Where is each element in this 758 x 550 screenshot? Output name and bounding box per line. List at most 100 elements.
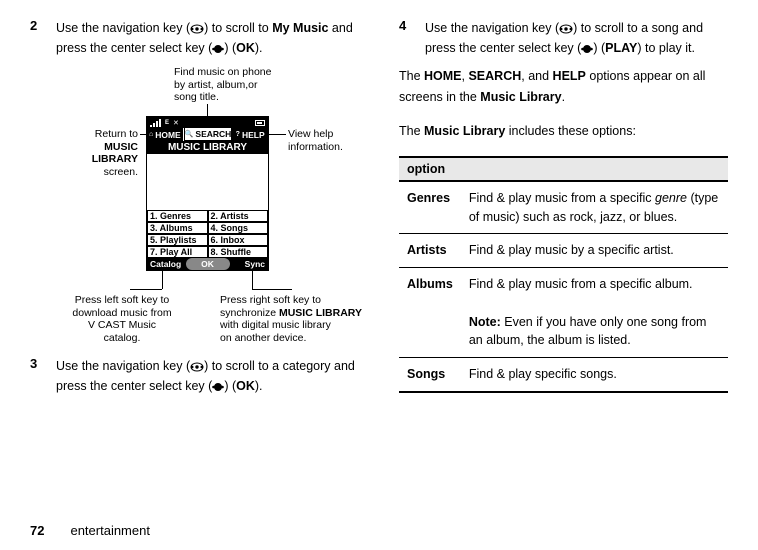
label: HELP <box>242 130 265 140</box>
menu-item[interactable]: 4. Songs <box>208 222 269 234</box>
step-number: 2 <box>30 18 56 58</box>
option-desc: Find & play specific songs. <box>461 358 728 392</box>
text: Music Library <box>424 124 505 138</box>
menu-item[interactable]: 6. Inbox <box>208 234 269 246</box>
action: OK <box>236 379 255 393</box>
option-name: Artists <box>399 234 461 268</box>
text: ) to play it. <box>637 41 695 55</box>
text: synchronize <box>220 307 279 319</box>
text: View help <box>288 128 333 140</box>
phone-diagram: Find music on phone by artist, album,or … <box>30 66 359 356</box>
text: by artist, album,or <box>174 79 257 91</box>
callout-right: View help information. <box>288 128 343 153</box>
callout-left: Return to MUSIC LIBRARY screen. <box>62 128 138 178</box>
text: Press right soft key to <box>220 294 321 306</box>
menu-item[interactable]: 2. Artists <box>208 210 269 222</box>
text: Use the navigation key ( <box>56 359 190 373</box>
note-label: Note: <box>469 315 501 329</box>
step-number: 4 <box>399 18 425 58</box>
text: ) ( <box>593 41 605 55</box>
title-bar: MUSIC LIBRARY <box>147 141 268 154</box>
page-footer: 72entertainment <box>30 523 150 538</box>
option-desc: Find & play music from a specific genre … <box>461 181 728 234</box>
nav-key-icon <box>190 359 204 373</box>
menu-item[interactable]: 3. Albums <box>147 222 208 234</box>
text: The <box>399 69 424 83</box>
callout-bottom-left: Press left soft key to download music fr… <box>62 294 182 344</box>
step-number: 3 <box>30 356 56 396</box>
text: Find music on phone <box>174 66 271 78</box>
option-desc: Find & play music by a specific artist. <box>461 234 728 268</box>
top-nav: ⌂HOME 🔍SEARCH ?HELP <box>147 128 268 141</box>
right-column: 4 Use the navigation key () to scroll to… <box>399 18 728 404</box>
text: catalog. <box>104 332 141 344</box>
menu-item[interactable]: 1. Genres <box>147 210 208 222</box>
text: includes these options: <box>505 124 636 138</box>
leader-line <box>130 289 162 290</box>
text: download music from <box>72 307 171 319</box>
table-row: Genres Find & play music from a specific… <box>399 181 728 234</box>
text: MUSIC LIBRARY <box>92 141 138 166</box>
text: Press left soft key to <box>75 294 170 306</box>
menu-grid: 1. Genres 2. Artists 3. Albums 4. Songs … <box>147 210 268 258</box>
softkey-bar: Catalog OK Sync <box>147 258 268 270</box>
text: Use the navigation key ( <box>56 21 190 35</box>
center-key-icon <box>212 379 224 393</box>
text: , and <box>521 69 552 83</box>
step-text: Use the navigation key () to scroll to a… <box>425 18 728 58</box>
help-icon: ? <box>236 131 240 138</box>
text: V CAST Music <box>88 319 156 331</box>
nav-help[interactable]: ?HELP <box>232 128 268 141</box>
text: song title. <box>174 91 219 103</box>
phone-mockup: E ✕ ⌂HOME 🔍SEARCH ?HELP MUSIC LIBRARY 1.… <box>146 116 269 271</box>
step-text: Use the navigation key () to scroll to a… <box>56 356 359 396</box>
option-name: Songs <box>399 358 461 392</box>
text: with digital music library <box>220 319 331 331</box>
text: ). <box>255 379 263 393</box>
target: My Music <box>272 21 328 35</box>
text: genre <box>655 191 687 205</box>
status-bar: E ✕ <box>147 117 268 128</box>
step-2: 2 Use the navigation key ( ) to scroll to… <box>30 18 359 58</box>
table-header: option <box>399 157 728 181</box>
text: Use the navigation key ( <box>425 21 559 35</box>
ev-icon: E <box>165 120 169 126</box>
x-icon: ✕ <box>173 119 179 127</box>
text: ) to scroll to <box>204 21 272 35</box>
action: PLAY <box>605 41 637 55</box>
search-icon: 🔍 <box>185 130 194 138</box>
menu-item[interactable]: 8. Shuffle <box>208 246 269 258</box>
text: SEARCH <box>468 69 521 83</box>
center-key-icon <box>581 41 593 55</box>
callout-bottom-right: Press right soft key to synchronize MUSI… <box>220 294 370 344</box>
step-text: Use the navigation key ( ) to scroll to M… <box>56 18 359 58</box>
text: on another device. <box>220 332 306 344</box>
text: ) ( <box>224 379 236 393</box>
menu-item[interactable]: 7. Play All <box>147 246 208 258</box>
table-row: Songs Find & play specific songs. <box>399 358 728 392</box>
signal-icon <box>150 119 161 127</box>
label: SEARCH <box>195 129 231 139</box>
softkey-left[interactable]: Catalog <box>147 259 186 269</box>
label: HOME <box>155 130 181 140</box>
softkey-right[interactable]: Sync <box>230 259 269 269</box>
center-key-icon <box>212 41 224 55</box>
step-3: 3 Use the navigation key () to scroll to… <box>30 356 359 396</box>
content-area <box>147 154 268 210</box>
softkey-center[interactable]: OK <box>186 258 230 270</box>
page-columns: 2 Use the navigation key () to scroll to… <box>30 18 728 404</box>
text: Music Library <box>480 90 561 104</box>
menu-item[interactable]: 5. Playlists <box>147 234 208 246</box>
leader-line <box>162 271 163 289</box>
action: OK <box>236 41 255 55</box>
text: Even if you have only one song from an a… <box>469 315 707 348</box>
text: The <box>399 124 424 138</box>
nav-search[interactable]: 🔍SEARCH <box>184 128 233 141</box>
option-name: Genres <box>399 181 461 234</box>
table-row: Albums Find & play music from a specific… <box>399 268 728 358</box>
text: information. <box>288 141 343 153</box>
paragraph: The Music Library includes these options… <box>399 121 728 142</box>
step-4: 4 Use the navigation key () to scroll to… <box>399 18 728 58</box>
paragraph: The HOME, SEARCH, and HELP options appea… <box>399 66 728 107</box>
nav-home[interactable]: ⌂HOME <box>147 128 184 141</box>
